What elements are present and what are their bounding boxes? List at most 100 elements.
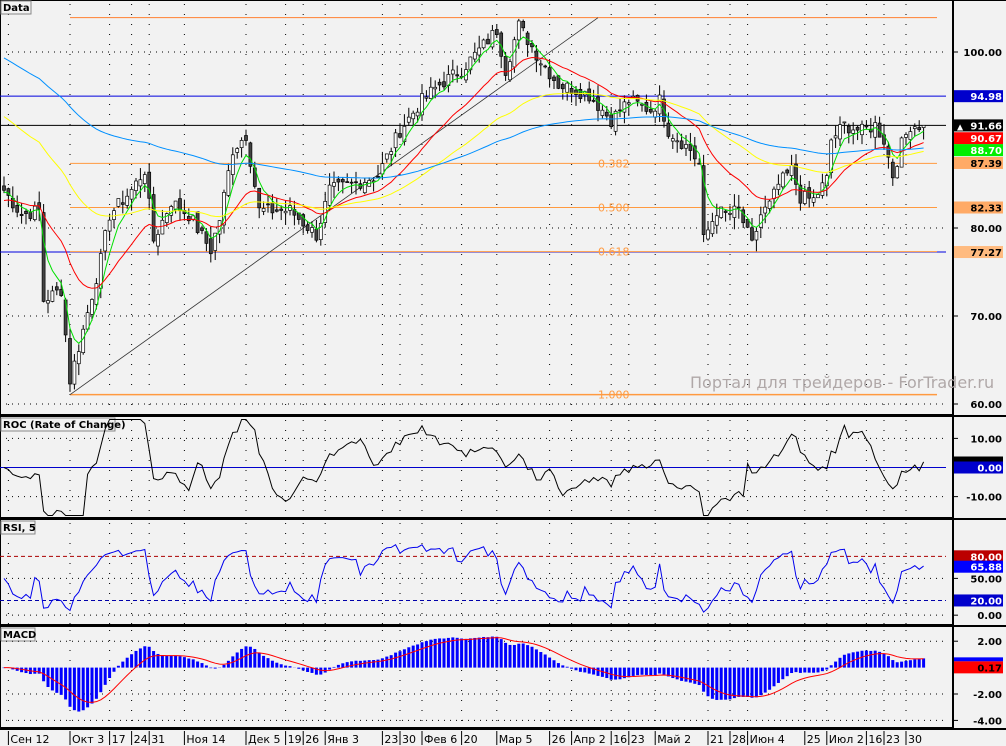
price-label: 82.33 xyxy=(970,203,1002,214)
candle-body xyxy=(160,219,165,235)
candle-body xyxy=(855,126,860,131)
candle-body xyxy=(890,161,895,179)
macd-histogram-bar xyxy=(372,660,376,668)
macd-histogram-bar xyxy=(662,667,666,675)
candle-body xyxy=(204,231,209,244)
macd-histogram-bar xyxy=(530,646,534,668)
macd-histogram-bar xyxy=(116,665,120,668)
candle-body xyxy=(772,188,776,199)
macd-histogram-bar xyxy=(332,666,336,668)
macd-histogram-bar xyxy=(759,667,763,696)
candle-body xyxy=(780,172,785,188)
candle-body xyxy=(138,179,143,187)
macd-histogram-bar xyxy=(253,648,257,668)
time-tick-label: 16 xyxy=(868,733,882,746)
candle-body xyxy=(574,89,578,95)
candle-body xyxy=(622,101,627,113)
macd-histogram-bar xyxy=(688,667,692,683)
candle-body xyxy=(279,208,284,211)
time-tick-label: Ноя 14 xyxy=(186,733,225,746)
candle-body xyxy=(767,200,772,209)
time-tick-label: 26 xyxy=(552,733,566,746)
candle-body xyxy=(697,162,702,165)
candle-body xyxy=(112,210,116,220)
macd-histogram-bar xyxy=(336,664,340,668)
time-tick-label: Июн 4 xyxy=(750,733,785,746)
macd-histogram-bar xyxy=(658,667,662,674)
macd-histogram-bar xyxy=(578,667,582,672)
macd-histogram-bar xyxy=(917,658,921,668)
candle-body xyxy=(776,183,781,190)
candle-body xyxy=(54,286,59,291)
candle-body xyxy=(59,288,64,296)
macd-histogram-bar xyxy=(451,637,455,668)
macd-histogram-bar xyxy=(772,667,776,687)
macd-histogram-bar xyxy=(636,667,640,676)
candle-body xyxy=(600,109,605,116)
macd-histogram-bar xyxy=(182,657,186,668)
macd-histogram-bar xyxy=(904,660,908,668)
time-tick-label: 23 xyxy=(886,733,900,746)
macd-histogram-bar xyxy=(398,651,402,668)
candle-body xyxy=(846,125,851,134)
candle-body xyxy=(679,140,684,149)
price-tick-label: 70.00 xyxy=(970,312,1002,323)
candle-body xyxy=(90,299,94,315)
macd-histogram-bar xyxy=(834,661,838,668)
macd-histogram-bar xyxy=(820,667,824,672)
candle-body xyxy=(481,39,486,49)
macd-histogram-bar xyxy=(90,667,94,704)
macd-histogram-bar xyxy=(539,652,543,668)
candle-body xyxy=(81,328,86,354)
time-tick-label: 30 xyxy=(908,733,922,746)
time-tick-label: 16 xyxy=(613,733,627,746)
price-label: 90.67 xyxy=(970,134,1002,145)
candle-body xyxy=(46,300,50,304)
macd-histogram-bar xyxy=(521,643,525,668)
macd-histogram-bar xyxy=(424,641,428,668)
candle-body xyxy=(789,164,794,176)
candle-body xyxy=(521,21,526,29)
macd-histogram-bar xyxy=(504,642,508,668)
candle-body xyxy=(116,198,121,207)
candle-body xyxy=(327,184,332,206)
time-tick-label: 17 xyxy=(112,733,126,746)
macd-histogram-bar xyxy=(825,667,829,670)
candle-body xyxy=(670,138,675,142)
macd-histogram-bar xyxy=(152,651,156,668)
time-tick-label: 19 xyxy=(288,733,302,746)
macd-histogram-bar xyxy=(768,667,772,690)
macd-histogram-bar xyxy=(565,666,569,668)
macd-histogram-bar xyxy=(222,664,226,668)
candle-body xyxy=(917,127,922,131)
candle-body xyxy=(50,290,55,302)
time-tick-label: 21 xyxy=(710,733,724,746)
macd-histogram-bar xyxy=(886,656,890,668)
candle-body xyxy=(244,135,248,141)
macd-histogram-bar xyxy=(781,667,785,680)
candle-body xyxy=(455,74,460,77)
macd-histogram-bar xyxy=(363,660,367,668)
macd-histogram-bar xyxy=(248,646,252,668)
macd-histogram-bar xyxy=(763,667,767,693)
macd-histogram-bar xyxy=(627,667,631,678)
macd-histogram-bar xyxy=(587,667,591,674)
time-tick-label: 25 xyxy=(807,733,821,746)
time-tick-label: 20 xyxy=(464,733,478,746)
time-tick-label: Окт 3 xyxy=(72,733,104,746)
candle-body xyxy=(732,205,737,218)
macd-tick-label: -4.00 xyxy=(973,716,1002,727)
macd-histogram-bar xyxy=(517,643,521,668)
candle-body xyxy=(842,121,847,124)
time-tick-label: Май 2 xyxy=(657,733,691,746)
candle-body xyxy=(833,135,838,139)
candle-body xyxy=(393,132,398,149)
candle-body xyxy=(604,111,609,117)
macd-histogram-bar xyxy=(160,655,164,668)
candle-body xyxy=(270,202,275,214)
macd-histogram-bar xyxy=(407,647,411,668)
candle-body xyxy=(283,210,288,214)
candle-body xyxy=(710,221,715,235)
macd-histogram-bar xyxy=(257,652,261,668)
candle-body xyxy=(565,82,570,93)
